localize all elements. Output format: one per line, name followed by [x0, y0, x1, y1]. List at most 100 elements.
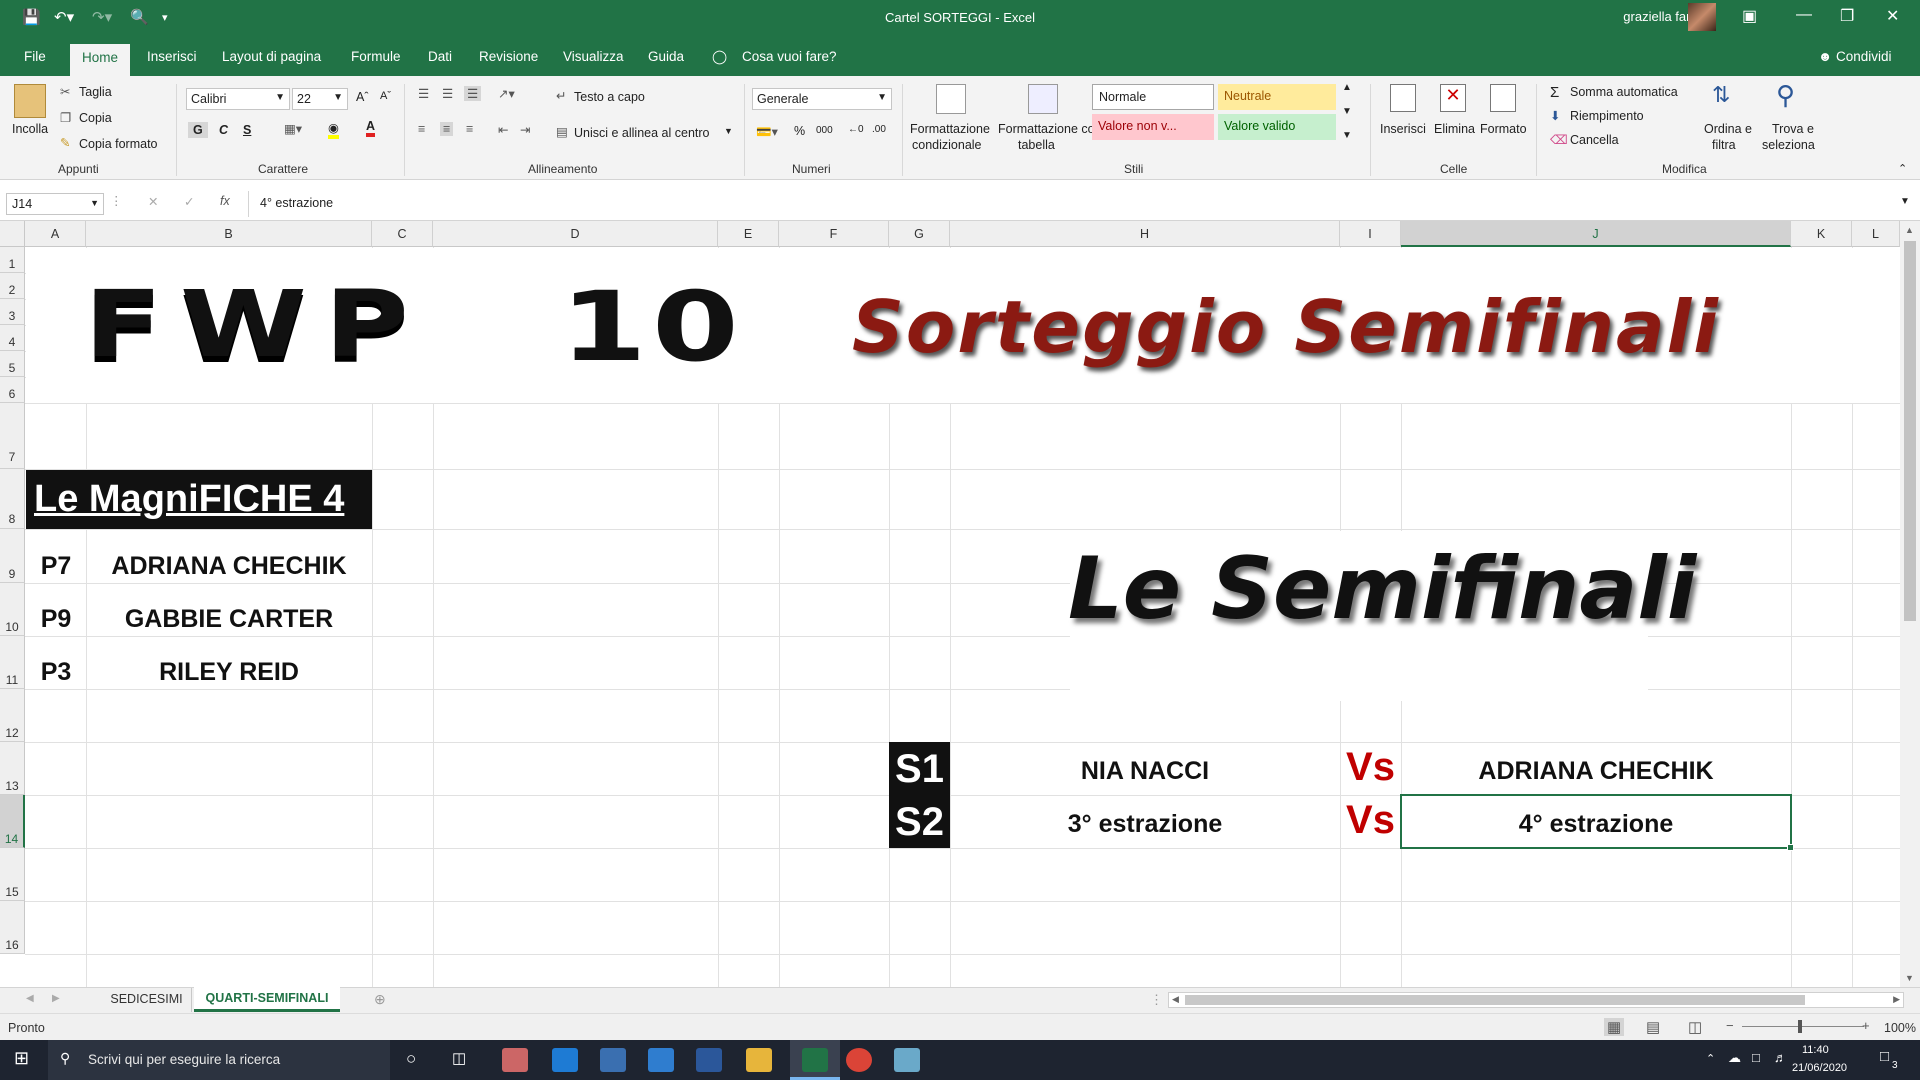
tab-formule[interactable]: Formule [351, 49, 401, 64]
autosum-icon[interactable]: Σ [1550, 84, 1559, 101]
style-neutral[interactable]: Neutrale [1218, 84, 1336, 110]
merge-center-button[interactable]: Unisci e allinea al centro [574, 126, 710, 140]
conditional-format-label2[interactable]: condizionale [912, 138, 982, 152]
page-break-view-icon[interactable]: ◫ [1688, 1018, 1702, 1036]
number-format-select[interactable]: Generale ▼ [752, 88, 892, 110]
match-home[interactable]: 3° estrazione [950, 810, 1340, 839]
format-cells-button[interactable]: Formato [1480, 122, 1527, 136]
styles-more-icon[interactable]: ▼ [1342, 130, 1352, 141]
vertical-scrollbar[interactable]: ▲ ▼ [1900, 221, 1920, 987]
sort-filter-icon[interactable]: ⇅ [1712, 82, 1730, 108]
merge-icon[interactable]: ▤ [556, 124, 568, 139]
format-as-table-label2[interactable]: tabella [1018, 138, 1055, 152]
fill-button[interactable]: Riempimento [1570, 109, 1644, 123]
network-icon[interactable]: □ [1752, 1050, 1760, 1065]
magnifiche-code[interactable]: P9 [26, 605, 86, 634]
file-explorer-icon[interactable] [746, 1048, 772, 1072]
shrink-font-icon[interactable]: Aˇ [380, 90, 391, 102]
row-header[interactable]: 15 [0, 848, 25, 901]
selected-cell[interactable] [1400, 794, 1792, 849]
tab-home[interactable]: Home [70, 44, 131, 76]
confirm-entry-icon[interactable]: ✓ [184, 194, 194, 209]
magnifiche-header[interactable]: Le MagniFICHE 4 [26, 470, 372, 529]
mail-icon[interactable] [648, 1048, 674, 1072]
clear-button[interactable]: Cancella [1570, 133, 1619, 147]
column-header[interactable]: B [86, 221, 372, 247]
clock-date[interactable]: 21/06/2020 [1792, 1062, 1847, 1074]
find-select-button[interactable]: Trova e [1772, 122, 1814, 136]
decrease-decimal-icon[interactable]: .00 [872, 124, 886, 135]
copy-icon[interactable]: ❐ [60, 110, 71, 125]
format-cells-icon[interactable] [1490, 84, 1516, 112]
match-label[interactable]: S1 [889, 743, 950, 795]
font-size-select[interactable]: 22 ▼ [292, 88, 348, 110]
onedrive-icon[interactable]: ☁ [1728, 1050, 1741, 1066]
excel-taskbar-button[interactable] [790, 1040, 840, 1080]
share-icon[interactable]: ☻ [1818, 49, 1832, 64]
formula-input[interactable]: 4° estrazione [260, 196, 333, 210]
style-bad[interactable]: Valore non v... [1092, 114, 1214, 140]
column-header[interactable]: E [718, 221, 779, 247]
maximize-icon[interactable]: ❐ [1840, 6, 1854, 26]
delete-cells-button[interactable]: Elimina [1434, 122, 1475, 136]
conditional-format-icon[interactable] [936, 84, 966, 114]
taskbar-search-box[interactable]: ⚲ Scrivi qui per eseguire la ricerca [48, 1040, 390, 1080]
row-header[interactable]: 16 [0, 901, 25, 954]
fill-color-icon[interactable]: ◉ [328, 120, 339, 139]
column-header[interactable]: L [1852, 221, 1900, 247]
tab-visualizza[interactable]: Visualizza [563, 49, 624, 64]
italic-button[interactable]: C [219, 123, 228, 137]
scroll-down-icon[interactable]: ▼ [1905, 973, 1914, 983]
cut-button[interactable]: Taglia [79, 85, 112, 99]
magnifiche-name[interactable]: ADRIANA CHECHIK [86, 552, 372, 581]
magnifiche-code[interactable]: P7 [26, 552, 86, 581]
windows-start-icon[interactable]: ⊞ [14, 1048, 29, 1069]
normal-view-icon[interactable]: ▦ [1604, 1018, 1625, 1036]
align-center-icon[interactable]: ≡ [440, 122, 454, 136]
row-header[interactable]: 7 [0, 403, 25, 469]
collapse-ribbon-icon[interactable]: ⌃ [1898, 162, 1907, 175]
tab-guida[interactable]: Guida [648, 49, 684, 64]
underline-button[interactable]: S [243, 123, 251, 137]
tab-inserisci[interactable]: Inserisci [147, 49, 197, 64]
edge-icon[interactable] [552, 1048, 578, 1072]
tell-me-box[interactable]: Cosa vuoi fare? [742, 49, 837, 64]
ribbon-display-icon[interactable]: ▣ [1742, 6, 1757, 26]
format-as-table-icon[interactable] [1028, 84, 1058, 114]
notifications-icon[interactable]: □ [1880, 1048, 1889, 1065]
conditional-format-button[interactable]: Formattazione [910, 122, 990, 136]
column-header[interactable]: H [950, 221, 1340, 247]
page-layout-view-icon[interactable]: ▤ [1646, 1018, 1660, 1036]
avatar[interactable] [1688, 3, 1716, 31]
align-right-icon[interactable]: ≡ [466, 122, 473, 136]
column-header[interactable]: A [25, 221, 86, 247]
sort-filter-label2[interactable]: filtra [1712, 138, 1736, 152]
row-header[interactable]: 13 [0, 742, 25, 795]
word-icon[interactable] [696, 1048, 722, 1072]
copy-button[interactable]: Copia [79, 111, 112, 125]
align-left-icon[interactable]: ≡ [418, 122, 425, 136]
row-header[interactable]: 6 [0, 377, 25, 403]
column-header[interactable]: I [1340, 221, 1401, 247]
chrome-icon[interactable] [846, 1048, 872, 1072]
prev-sheet-icon[interactable]: ◀ [26, 993, 34, 1004]
align-middle-icon[interactable]: ☰ [442, 86, 453, 101]
volume-icon[interactable]: ♬ [1774, 1050, 1787, 1065]
row-header[interactable]: 5 [0, 351, 25, 377]
horizontal-scrollbar[interactable]: ◀ ▶ [1168, 992, 1904, 1008]
sheet-tab-active[interactable]: QUARTI-SEMIFINALI [194, 987, 340, 1012]
scroll-left-icon[interactable]: ◀ [1172, 994, 1179, 1005]
align-top-icon[interactable]: ☰ [418, 86, 429, 101]
align-bottom-icon[interactable]: ☰ [464, 86, 482, 101]
splitter-icon[interactable]: ⋮ [1150, 992, 1163, 1008]
zoom-out-icon[interactable]: − [1726, 1018, 1734, 1033]
cortana-icon[interactable]: ○ [406, 1049, 416, 1069]
app-icon-photos[interactable] [502, 1048, 528, 1072]
next-sheet-icon[interactable]: ▶ [52, 993, 60, 1004]
insert-cells-button[interactable]: Inserisci [1380, 122, 1426, 136]
decrease-indent-icon[interactable]: ⇤ [498, 122, 508, 137]
row-header[interactable]: 3 [0, 299, 25, 325]
notepad-icon[interactable] [894, 1048, 920, 1072]
store-icon[interactable] [600, 1048, 626, 1072]
row-header[interactable]: 9 [0, 529, 25, 583]
